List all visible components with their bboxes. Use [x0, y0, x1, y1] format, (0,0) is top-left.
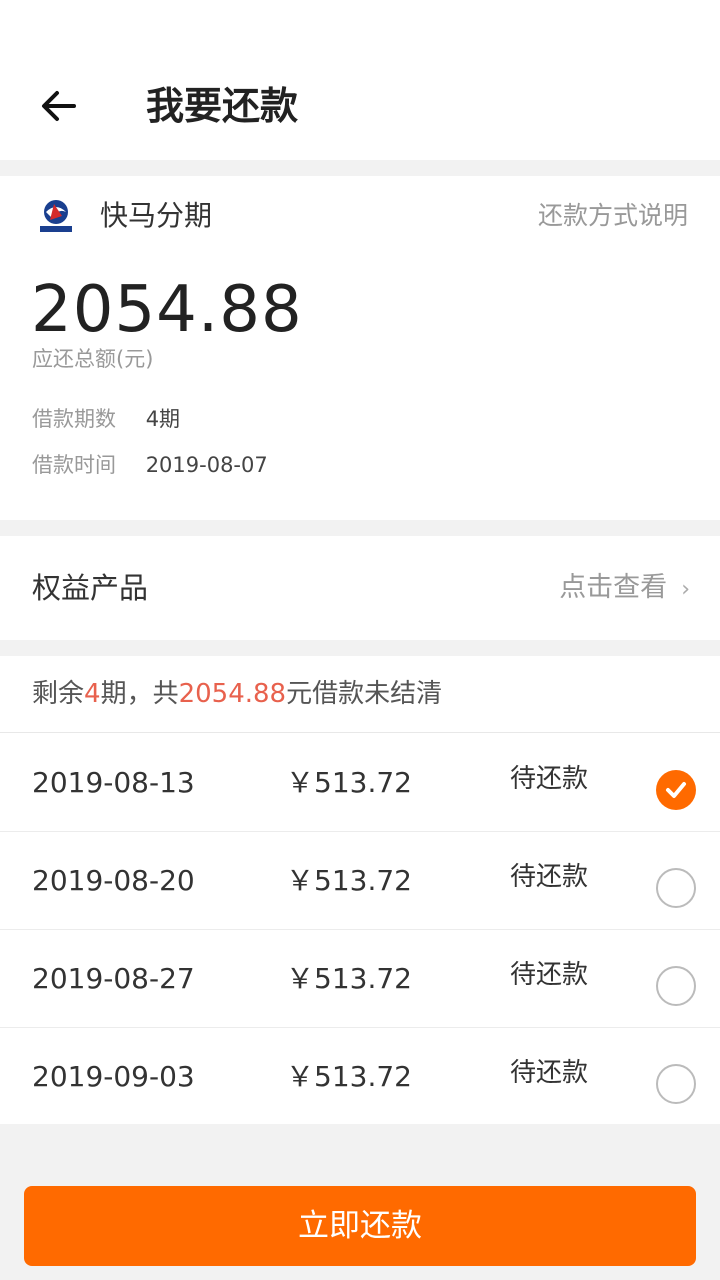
unchecked-radio-icon[interactable] — [656, 868, 696, 908]
unchecked-radio-icon[interactable] — [656, 966, 696, 1006]
installment-amount: ￥513.72 — [286, 962, 412, 995]
chevron-right-icon: › — [681, 577, 690, 602]
installment-row[interactable]: 2019-08-13 ￥513.72 待还款 — [0, 734, 720, 832]
summary-prefix: 剩余 — [32, 679, 85, 709]
installment-status: 待还款 — [510, 862, 589, 892]
loan-periods-row: 借款期数 4期 — [32, 402, 180, 436]
installment-row[interactable]: 2019-08-20 ￥513.72 待还款 — [0, 832, 720, 930]
arrow-left-icon — [42, 91, 76, 121]
time-label: 借款时间 — [32, 453, 116, 477]
summary-periods: 4 — [84, 679, 101, 709]
checked-radio-icon[interactable] — [656, 770, 696, 810]
periods-label: 借款期数 — [32, 407, 116, 431]
provider-name: 快马分期 — [100, 199, 213, 232]
installment-amount: ￥513.72 — [286, 766, 412, 799]
benefit-products-row[interactable]: 权益产品 点击查看 › — [0, 536, 720, 640]
summary-amount: 2054.88 — [178, 679, 287, 709]
summary-suffix: 元借款未结清 — [286, 679, 443, 709]
time-value: 2019-08-07 — [145, 453, 268, 477]
repay-now-button[interactable]: 立即还款 — [24, 1186, 696, 1266]
installment-amount: ￥513.72 — [286, 864, 412, 897]
installment-date: 2019-08-20 — [32, 864, 195, 897]
repay-method-link[interactable]: 还款方式说明 — [538, 194, 688, 238]
installment-date: 2019-08-27 — [32, 962, 195, 995]
benefit-title: 权益产品 — [32, 571, 149, 605]
installment-date: 2019-09-03 — [32, 1060, 195, 1093]
loan-card: 快马分期 还款方式说明 2054.88 应还总额(元) 借款期数 4期 借款时间… — [0, 176, 720, 520]
back-button[interactable] — [30, 78, 86, 134]
repayment-plan-card: 剩余4期，共2054.88元借款未结清 2019-08-13 ￥513.72 待… — [0, 656, 720, 1124]
summary-mid: 期，共 — [100, 679, 179, 709]
total-amount: 2054.88 — [31, 273, 303, 347]
installment-status: 待还款 — [510, 960, 589, 990]
loan-time-row: 借款时间 2019-08-07 — [32, 448, 268, 482]
benefit-view-link[interactable]: 点击查看 › — [559, 566, 690, 612]
installment-status: 待还款 — [510, 764, 589, 794]
provider-logo — [38, 198, 74, 236]
installment-status: 待还款 — [510, 1058, 589, 1088]
installment-row[interactable]: 2019-08-27 ￥513.72 待还款 — [0, 930, 720, 1028]
remaining-summary: 剩余4期，共2054.88元借款未结清 — [32, 672, 442, 716]
periods-value: 4期 — [145, 407, 181, 431]
installment-amount: ￥513.72 — [286, 1060, 412, 1093]
app-header: 我要还款 — [0, 0, 720, 160]
installment-row[interactable]: 2019-09-03 ￥513.72 待还款 — [0, 1028, 720, 1126]
total-amount-label: 应还总额(元) — [32, 347, 154, 371]
installment-date: 2019-08-13 — [32, 766, 195, 799]
page-title: 我要还款 — [146, 84, 299, 128]
divider — [0, 732, 720, 733]
unchecked-radio-icon[interactable] — [656, 1064, 696, 1104]
benefit-link-label: 点击查看 — [559, 572, 668, 603]
